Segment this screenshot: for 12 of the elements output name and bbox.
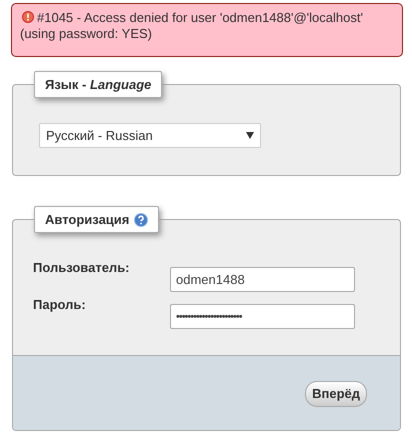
error-text: #1045 - Access denied for user 'odmen1488'@'localhost' (using password: YES) [20, 10, 363, 41]
submit-button[interactable]: Вперёд [305, 381, 367, 406]
field-label: Пользователь: [33, 259, 131, 277]
dropdown-caret-icon [246, 132, 254, 139]
legend-title: Язык - Language [45, 77, 152, 92]
language-select[interactable]: Русский - Russian [39, 123, 261, 148]
error-icon [22, 11, 34, 23]
help-icon[interactable] [134, 212, 148, 226]
field-label: Пароль: [33, 296, 87, 314]
legend-title: Авторизация [45, 212, 130, 227]
username-field[interactable]: odmen1488 [170, 267, 355, 292]
password-field[interactable]: ••••••••••••••••••••••• [170, 304, 355, 329]
